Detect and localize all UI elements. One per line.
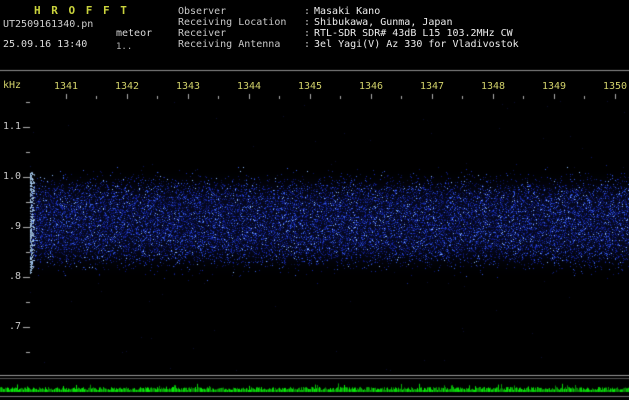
info-value: RTL-SDR SDR# 43dB L15 103.2MHz CW	[314, 28, 513, 39]
info-label: Receiving Location	[178, 17, 287, 28]
progress-indicator: 1..	[116, 42, 133, 52]
info-row: Receiver: RTL-SDR SDR# 43dB L15 103.2MHz …	[178, 28, 519, 39]
station-info-block: Observer: Masaki Kano Receiving Location: S…	[178, 6, 519, 50]
time-tick-label: 1342	[115, 81, 140, 92]
info-colon: :	[304, 6, 311, 17]
info-row: Receiving Antenna:3el Yagi(V) Az 330 for…	[178, 39, 519, 50]
freq-tick-label: .8	[8, 271, 21, 282]
info-value: Masaki Kano	[314, 6, 381, 17]
info-label: Observer	[178, 6, 227, 17]
time-tick-label: 1344	[237, 81, 262, 92]
freq-tick-label: .9	[8, 221, 21, 232]
info-value: 3el Yagi(V) Az 330 for Vladivostok	[314, 39, 519, 50]
freq-tick-label: 1.0	[2, 171, 21, 182]
info-colon: :	[304, 39, 311, 50]
hrofft-screen: H R O F F T UT2509161340.pn meteor 25.09…	[0, 0, 629, 400]
time-tick-label: 1348	[481, 81, 506, 92]
spectrogram-canvas	[0, 0, 629, 400]
station-code: meteor	[116, 28, 153, 39]
output-filename: UT2509161340.pn	[3, 19, 94, 30]
info-colon: :	[304, 28, 311, 39]
freq-unit-label: kHz	[3, 80, 22, 91]
time-tick-label: 1346	[359, 81, 384, 92]
time-tick-label: 1350	[603, 81, 628, 92]
freq-tick-label: .7	[8, 321, 21, 332]
info-value: Shibukawa, Gunma, Japan	[314, 17, 453, 28]
info-label: Receiving Antenna	[178, 39, 281, 50]
info-label: Receiver	[178, 28, 227, 39]
time-tick-label: 1345	[298, 81, 323, 92]
app-title: H R O F F T	[34, 4, 129, 17]
freq-tick-label: 1.1	[2, 121, 21, 132]
date-time-label: 25.09.16 13:40	[3, 39, 88, 50]
time-tick-label: 1347	[420, 81, 445, 92]
info-row: Receiving Location: Shibukawa, Gunma, Jap…	[178, 17, 519, 28]
info-colon: :	[304, 17, 311, 28]
info-row: Observer: Masaki Kano	[178, 6, 519, 17]
time-tick-label: 1349	[542, 81, 567, 92]
time-tick-label: 1341	[54, 81, 79, 92]
time-tick-label: 1343	[176, 81, 201, 92]
